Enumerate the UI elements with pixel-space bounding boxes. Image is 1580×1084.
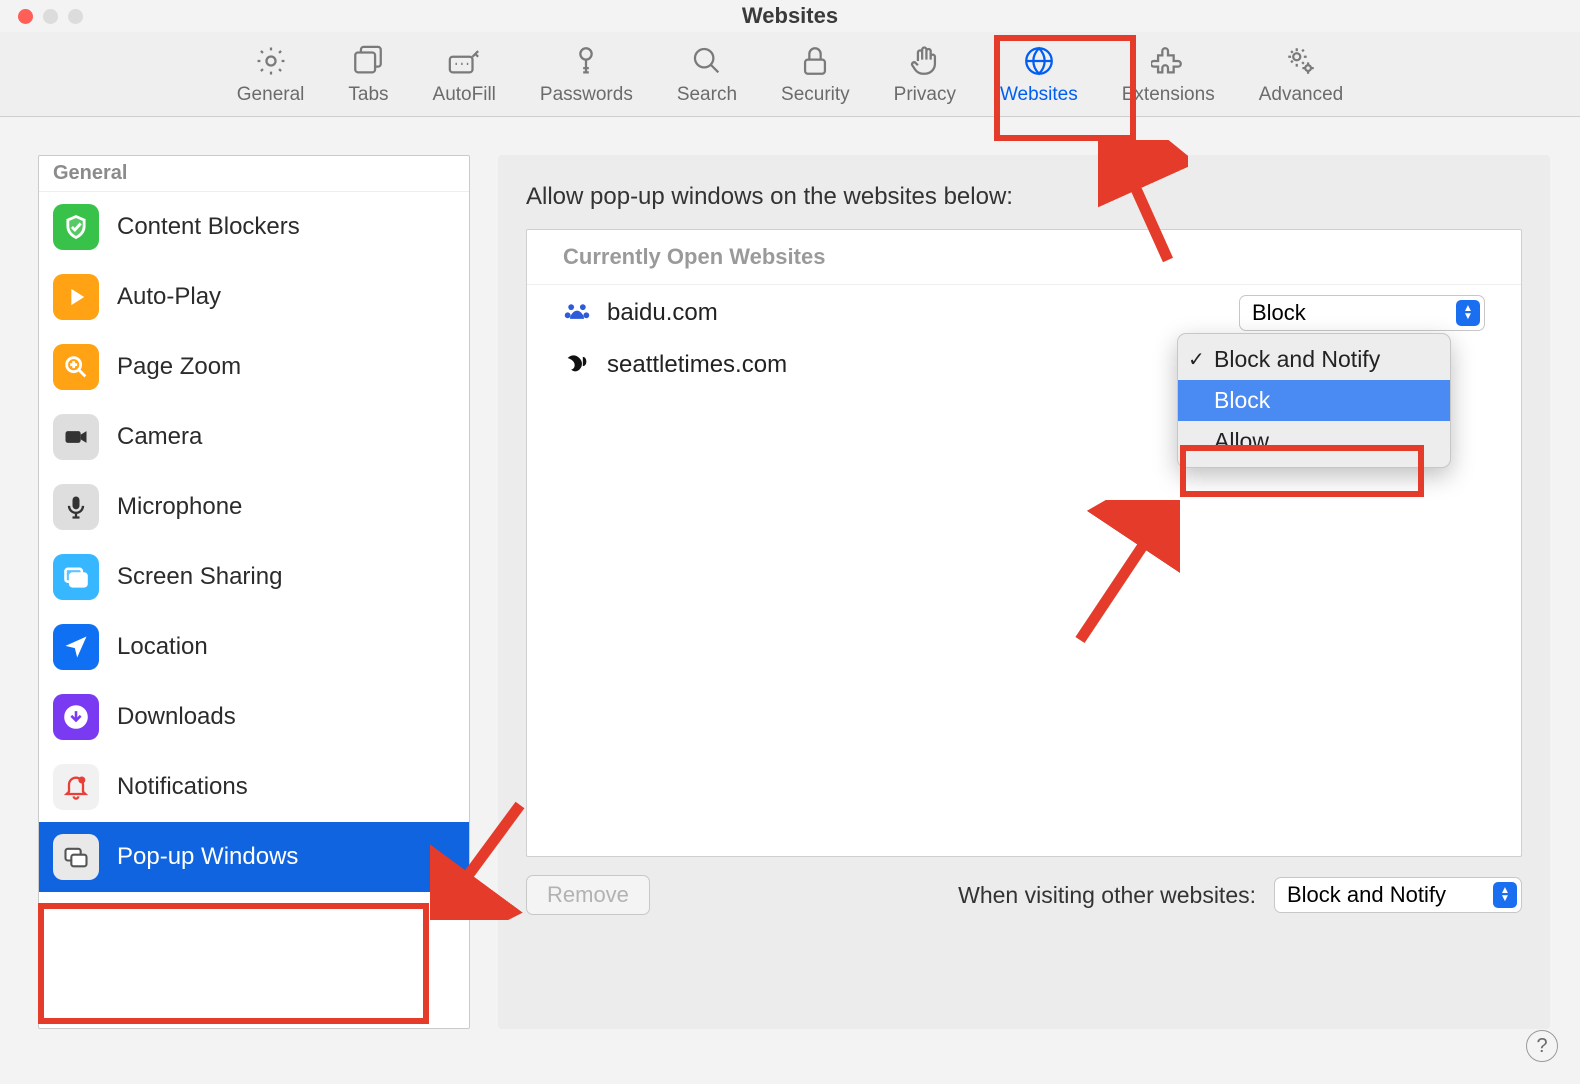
autofill-icon — [447, 44, 481, 78]
sidebar-item-popup-windows[interactable]: Pop-up Windows — [39, 822, 469, 892]
help-button[interactable]: ? — [1526, 1030, 1558, 1062]
default-policy-select[interactable]: Block and Notify ▲▼ — [1274, 877, 1522, 913]
gear-icon — [254, 44, 288, 78]
play-icon — [53, 274, 99, 320]
toolbar-item-security[interactable]: Security — [777, 42, 854, 108]
screen-share-icon — [53, 554, 99, 600]
gears-icon — [1284, 44, 1318, 78]
content-area: General Content Blockers Auto-Play Page … — [0, 117, 1580, 1059]
dropdown-option-label: Block — [1214, 387, 1270, 413]
panel-title: Allow pop-up windows on the websites bel… — [526, 183, 1522, 211]
select-stepper-icon: ▲▼ — [1493, 882, 1517, 908]
sidebar-item-notifications[interactable]: Notifications — [39, 752, 469, 822]
toolbar-label: Search — [677, 84, 737, 106]
toolbar-label: Privacy — [894, 84, 956, 106]
sidebar-section-header: General — [39, 156, 469, 192]
sidebar-item-content-blockers[interactable]: Content Blockers — [39, 192, 469, 262]
popup-policy-select[interactable]: Block ▲▼ — [1239, 295, 1485, 331]
toolbar-item-search[interactable]: Search — [673, 42, 741, 108]
toolbar-item-passwords[interactable]: Passwords — [536, 42, 637, 108]
checkmark-icon: ✓ — [1188, 347, 1205, 372]
bell-icon — [53, 764, 99, 810]
microphone-icon — [53, 484, 99, 530]
sidebar-item-label: Downloads — [117, 703, 236, 731]
sidebar-item-label: Microphone — [117, 493, 242, 521]
sidebar-item-screen-sharing[interactable]: Screen Sharing — [39, 542, 469, 612]
sidebar-item-camera[interactable]: Camera — [39, 402, 469, 472]
sidebar-item-label: Auto-Play — [117, 283, 221, 311]
toolbar-label: Security — [781, 84, 850, 106]
toolbar-label: Passwords — [540, 84, 633, 106]
toolbar-label: AutoFill — [433, 84, 496, 106]
puzzle-icon — [1151, 44, 1185, 78]
website-domain: baidu.com — [607, 299, 1223, 327]
search-icon — [690, 44, 724, 78]
toolbar-label: Tabs — [348, 84, 388, 106]
toolbar-item-extensions[interactable]: Extensions — [1118, 42, 1219, 108]
sidebar-item-label: Pop-up Windows — [117, 843, 298, 871]
sidebar-item-downloads[interactable]: Downloads — [39, 682, 469, 752]
main-panel: Allow pop-up windows on the websites bel… — [498, 155, 1550, 1029]
toolbar-label: General — [237, 84, 305, 106]
camera-icon — [53, 414, 99, 460]
dropdown-option-block-and-notify[interactable]: ✓ Block and Notify — [1178, 339, 1450, 380]
remove-button[interactable]: Remove — [526, 875, 650, 915]
toolbar-item-autofill[interactable]: AutoFill — [429, 42, 500, 108]
globe-icon — [1022, 44, 1056, 78]
lock-icon — [798, 44, 832, 78]
hand-icon — [908, 44, 942, 78]
sidebar-item-label: Page Zoom — [117, 353, 241, 381]
sidebar-item-label: Content Blockers — [117, 213, 300, 241]
sidebar-item-auto-play[interactable]: Auto-Play — [39, 262, 469, 332]
titlebar: Websites — [0, 0, 1580, 32]
zoom-icon — [53, 344, 99, 390]
settings-sidebar: General Content Blockers Auto-Play Page … — [38, 155, 470, 1029]
toolbar-label: Extensions — [1122, 84, 1215, 106]
toolbar-item-general[interactable]: General — [233, 42, 309, 108]
sidebar-item-label: Notifications — [117, 773, 248, 801]
list-section-header: Currently Open Websites — [527, 230, 1521, 285]
toolbar-item-advanced[interactable]: Advanced — [1255, 42, 1348, 108]
toolbar-item-privacy[interactable]: Privacy — [890, 42, 960, 108]
select-stepper-icon: ▲▼ — [1456, 300, 1480, 326]
sidebar-item-label: Location — [117, 633, 208, 661]
sidebar-item-microphone[interactable]: Microphone — [39, 472, 469, 542]
popup-policy-dropdown: ✓ Block and Notify Block Allow — [1177, 333, 1451, 468]
sidebar-item-location[interactable]: Location — [39, 612, 469, 682]
website-row[interactable]: seattletimes.com ✓ Block and Notify Bloc… — [527, 341, 1521, 389]
location-icon — [53, 624, 99, 670]
dropdown-option-label: Block and Notify — [1214, 346, 1380, 372]
sidebar-item-label: Screen Sharing — [117, 563, 282, 591]
seattletimes-favicon-icon — [563, 351, 591, 379]
toolbar-item-tabs[interactable]: Tabs — [344, 42, 392, 108]
dropdown-option-block[interactable]: Block — [1178, 380, 1450, 421]
select-value: Block and Notify — [1287, 882, 1446, 908]
toolbar-item-websites[interactable]: Websites — [996, 42, 1082, 108]
help-label: ? — [1536, 1035, 1547, 1058]
websites-list: Currently Open Websites baidu.com Block … — [526, 229, 1522, 857]
panel-footer: Remove When visiting other websites: Blo… — [526, 875, 1522, 915]
toolbar-label: Advanced — [1259, 84, 1344, 106]
select-value: Block — [1252, 300, 1306, 326]
dropdown-option-allow[interactable]: Allow — [1178, 421, 1450, 462]
download-icon — [53, 694, 99, 740]
shield-check-icon — [53, 204, 99, 250]
popup-windows-icon — [53, 834, 99, 880]
sidebar-item-label: Camera — [117, 423, 202, 451]
toolbar-label: Websites — [1000, 84, 1078, 106]
preferences-toolbar: General Tabs AutoFill Passwords Search S… — [0, 32, 1580, 117]
sidebar-item-page-zoom[interactable]: Page Zoom — [39, 332, 469, 402]
window-title: Websites — [0, 3, 1580, 29]
dropdown-option-label: Allow — [1214, 428, 1269, 454]
key-icon — [569, 44, 603, 78]
tabs-icon — [351, 44, 385, 78]
baidu-favicon-icon — [563, 299, 591, 327]
default-policy-label: When visiting other websites: — [958, 882, 1256, 909]
